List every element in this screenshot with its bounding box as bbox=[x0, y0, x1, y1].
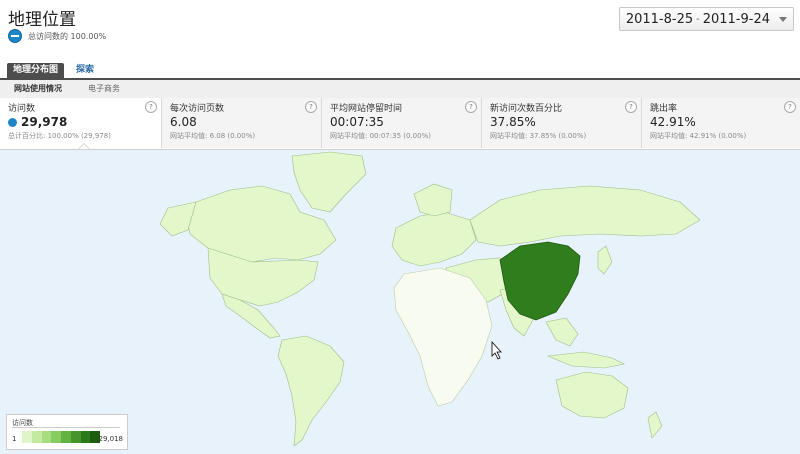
legend-min: 1 bbox=[12, 435, 17, 443]
help-icon[interactable]: ? bbox=[625, 101, 637, 113]
mouse-cursor-icon bbox=[491, 340, 502, 360]
region-europe bbox=[391, 211, 477, 267]
region-indonesia bbox=[546, 351, 625, 369]
region-russia bbox=[469, 185, 701, 247]
legend-color-scale bbox=[22, 431, 100, 443]
metric-value: 00:07:35 bbox=[330, 115, 384, 129]
metrics-bar: 访问数 29,978 总计百分比: 100.00% (29,978) ? 每次访… bbox=[0, 98, 800, 150]
legend-swatch-4 bbox=[51, 431, 61, 443]
page-title: 地理位置 bbox=[8, 10, 76, 30]
legend-swatch-2 bbox=[31, 431, 42, 443]
legend-max: 29,018 bbox=[98, 435, 124, 443]
metric-subtext: 网站平均值: 37.85% (0.00%) bbox=[490, 132, 587, 140]
metric-value-text: 29,978 bbox=[21, 115, 68, 129]
date-end: 2011-9-24 bbox=[702, 11, 770, 27]
region-new-zealand bbox=[647, 411, 663, 439]
legend-swatch-1 bbox=[22, 431, 32, 443]
segment-circle-icon[interactable] bbox=[8, 29, 22, 43]
region-japan bbox=[597, 245, 613, 275]
metric-label: 平均网站停留时间 bbox=[330, 104, 403, 114]
metric-bounce-rate[interactable]: 跳出率 42.91% 网站平均值: 42.91% (0.00%) ? bbox=[642, 98, 800, 148]
world-map-svg bbox=[159, 151, 701, 447]
tab-map-overlay[interactable]: 地理分布图 bbox=[7, 63, 65, 78]
metric-value: 29,978 bbox=[8, 115, 161, 129]
date-separator: - bbox=[696, 13, 700, 25]
help-icon[interactable]: ? bbox=[145, 101, 157, 113]
view-tabs: 地理分布图 探索 bbox=[0, 63, 800, 79]
metric-label: 访问数 bbox=[8, 104, 36, 114]
metric-subtext: 网站平均值: 42.91% (0.00%) bbox=[650, 132, 747, 140]
legend-swatch-3 bbox=[41, 431, 52, 443]
subtab-site-usage[interactable]: 网站使用情况 bbox=[14, 83, 62, 94]
chevron-down-icon[interactable] bbox=[779, 16, 787, 22]
metric-value: 42.91% bbox=[650, 115, 696, 129]
help-icon[interactable]: ? bbox=[784, 101, 796, 113]
metric-visits[interactable]: 访问数 29,978 总计百分比: 100.00% (29,978) ? bbox=[0, 98, 162, 149]
metric-label: 每次访问页数 bbox=[170, 104, 225, 114]
series-dot-icon bbox=[8, 117, 17, 127]
metric-label: 新访问次数百分比 bbox=[490, 104, 563, 114]
world-map[interactable] bbox=[0, 150, 800, 454]
region-australia bbox=[555, 371, 629, 419]
legend-swatch-5 bbox=[61, 431, 71, 443]
metric-new-visits-pct[interactable]: 新访问次数百分比 37.85% 网站平均值: 37.85% (0.00%) ? bbox=[482, 98, 642, 148]
date-start: 2011-8-25 bbox=[625, 11, 694, 27]
help-icon[interactable]: ? bbox=[465, 101, 477, 113]
region-south-america bbox=[277, 335, 345, 447]
metric-subtext: 总计百分比: 100.00% (29,978) bbox=[8, 132, 111, 140]
legend-swatch-7 bbox=[80, 431, 91, 443]
region-africa bbox=[393, 267, 493, 407]
metric-subtext: 网站平均值: 6.08 (0.00%) bbox=[170, 132, 256, 140]
help-icon[interactable]: ? bbox=[305, 101, 317, 113]
metric-avg-time-on-site[interactable]: 平均网站停留时间 00:07:35 网站平均值: 00:07:35 (0.00%… bbox=[322, 98, 482, 148]
selected-caret-icon bbox=[78, 143, 90, 149]
metric-label: 跳出率 bbox=[650, 104, 678, 114]
region-scandinavia bbox=[413, 183, 453, 217]
metric-value: 37.85% bbox=[490, 115, 536, 129]
tab-explore[interactable]: 探索 bbox=[70, 63, 100, 78]
legend-divider bbox=[12, 427, 120, 428]
legend-swatch-6 bbox=[70, 431, 81, 443]
metric-pages-per-visit[interactable]: 每次访问页数 6.08 网站平均值: 6.08 (0.00%) ? bbox=[162, 98, 322, 148]
subtab-ecommerce[interactable]: 电子商务 bbox=[88, 83, 120, 94]
metric-group-tabs: 网站使用情况 电子商务 bbox=[0, 80, 800, 99]
region-southeast-asia bbox=[545, 317, 579, 347]
metric-value: 6.08 bbox=[170, 115, 197, 129]
segment-summary: 总访问数的 100.00% bbox=[8, 29, 106, 43]
region-greenland bbox=[291, 151, 367, 213]
map-legend: 访问数 1 29,018 bbox=[6, 414, 128, 450]
date-range-picker[interactable]: 2011-8-25 - 2011-9-24 bbox=[618, 7, 794, 31]
metric-subtext: 网站平均值: 00:07:35 (0.00%) bbox=[330, 132, 431, 140]
segment-label: 总访问数的 100.00% bbox=[28, 31, 107, 41]
